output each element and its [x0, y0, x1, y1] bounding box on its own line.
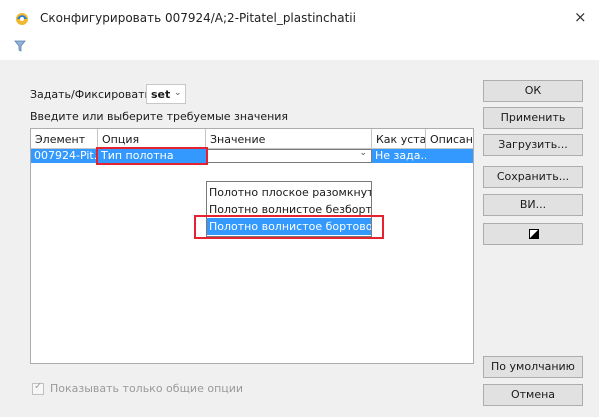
dropdown-option[interactable]: Полотно плоское разомкнуто [207, 184, 371, 201]
color-swatch-icon [529, 229, 539, 239]
window-title: Сконфигурировать 007924/A;2-Pitatel_plas… [40, 11, 356, 25]
selected-option-highlight [194, 215, 384, 239]
set-mode-label: Задать/Фиксировать: [30, 88, 155, 101]
close-icon[interactable]: × [574, 8, 587, 26]
column-header-element[interactable]: Элемент [31, 129, 98, 149]
common-options-label: Показывать только общие опции [50, 382, 244, 395]
chevron-down-icon[interactable]: ⌄ [359, 148, 367, 158]
defaults-button[interactable]: По умолчанию [483, 356, 583, 378]
cell-how-set[interactable]: Не зада... [372, 149, 426, 163]
cell-description[interactable] [426, 149, 473, 163]
column-header-description[interactable]: Описани [426, 129, 473, 149]
options-table[interactable]: Элемент Опция Значение Как устан Описани… [30, 128, 474, 364]
chevron-down-icon: ⌄ [174, 88, 182, 98]
title-bar: Сконфигурировать 007924/A;2-Pitatel_plas… [0, 0, 599, 36]
vi-button[interactable]: ВИ... [483, 194, 583, 216]
column-header-value[interactable]: Значение [206, 129, 372, 149]
load-button[interactable]: Загрузить... [483, 134, 583, 156]
cancel-button[interactable]: Отмена [483, 384, 583, 406]
column-header-how-set[interactable]: Как устан [372, 129, 426, 149]
filter-icon[interactable] [14, 40, 26, 52]
save-button[interactable]: Сохранить... [483, 166, 583, 188]
common-options-checkbox[interactable]: ✓ [32, 381, 44, 395]
column-header-option[interactable]: Опция [98, 129, 206, 149]
set-mode-select[interactable]: set ⌄ [146, 84, 186, 104]
ok-button[interactable]: ОК [483, 80, 583, 102]
checkmark-icon: ✓ [34, 381, 43, 392]
app-logo-icon [16, 13, 28, 25]
instructions-label: Введите или выберите требуемые значения [30, 110, 289, 123]
value-combobox[interactable]: ⌄ [206, 148, 372, 163]
apply-button[interactable]: Применить [483, 107, 583, 129]
set-mode-value: set [151, 88, 171, 101]
color-button[interactable] [483, 223, 583, 245]
cell-element[interactable]: 007924-Pit... [31, 149, 98, 163]
option-cell-highlight [96, 147, 208, 165]
